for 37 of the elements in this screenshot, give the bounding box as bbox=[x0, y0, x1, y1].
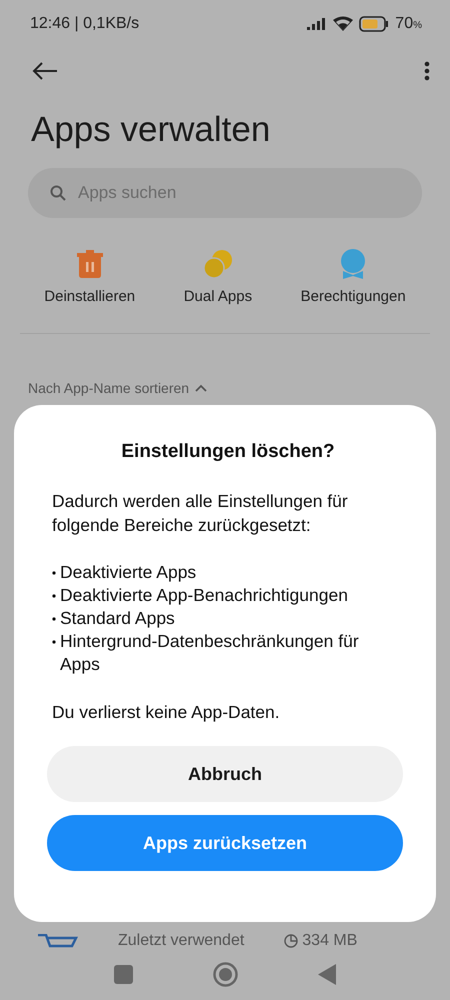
list-item: Hintergrund-Datenbeschränkungen für Apps bbox=[60, 630, 360, 676]
bullet-icon bbox=[52, 571, 56, 575]
battery-icon bbox=[359, 16, 390, 32]
recents-icon[interactable] bbox=[114, 964, 133, 984]
more-options-icon[interactable] bbox=[424, 61, 430, 81]
dialog-message: Dadurch werden alle Einstellungen für folgende Bereiche zurückgesetzt: bbox=[52, 490, 349, 537]
signal-icon bbox=[307, 18, 328, 30]
status-time: 12:46 | 0,1KB/s bbox=[30, 15, 140, 33]
search-field[interactable]: Apps suchen bbox=[28, 168, 422, 218]
last-used-label: Zuletzt verwendet bbox=[118, 932, 244, 950]
sort-label[interactable]: Nach App-Name sortieren bbox=[28, 380, 190, 396]
pie-chart-icon bbox=[284, 934, 298, 948]
back-arrow-icon[interactable] bbox=[32, 62, 58, 80]
shopping-cart-icon bbox=[38, 934, 78, 948]
app-size: 334 MB bbox=[302, 932, 358, 950]
battery-percent: 70 bbox=[395, 15, 414, 32]
percent-sign: % bbox=[413, 20, 422, 31]
shortcut-label[interactable]: Deinstallieren bbox=[44, 288, 136, 305]
shortcut-label[interactable]: Berechtigungen bbox=[300, 288, 406, 305]
back-icon[interactable] bbox=[318, 964, 336, 984]
list-item: Deaktivierte Apps bbox=[60, 561, 196, 584]
dialog-title: Einstellungen löschen? bbox=[120, 441, 336, 463]
two-circles-icon bbox=[202, 248, 233, 280]
list-item: Standard Apps bbox=[60, 607, 175, 630]
home-icon[interactable] bbox=[213, 962, 238, 986]
shortcut-label[interactable]: Dual Apps bbox=[184, 288, 252, 305]
list-item: Deaktivierte App-Benachrichtigungen bbox=[60, 584, 348, 607]
page-title: Apps verwalten bbox=[31, 110, 272, 150]
badge-icon bbox=[340, 248, 366, 280]
wifi-icon bbox=[333, 16, 354, 32]
caret-icon[interactable] bbox=[195, 384, 208, 392]
cancel-button[interactable]: Abbruch bbox=[47, 746, 403, 802]
dialog-note: Du verlierst keine App-Daten. bbox=[52, 701, 281, 724]
bullet-icon bbox=[52, 594, 56, 598]
bullet-icon bbox=[52, 617, 56, 621]
trash-icon bbox=[76, 248, 103, 280]
bullet-icon bbox=[52, 640, 56, 644]
